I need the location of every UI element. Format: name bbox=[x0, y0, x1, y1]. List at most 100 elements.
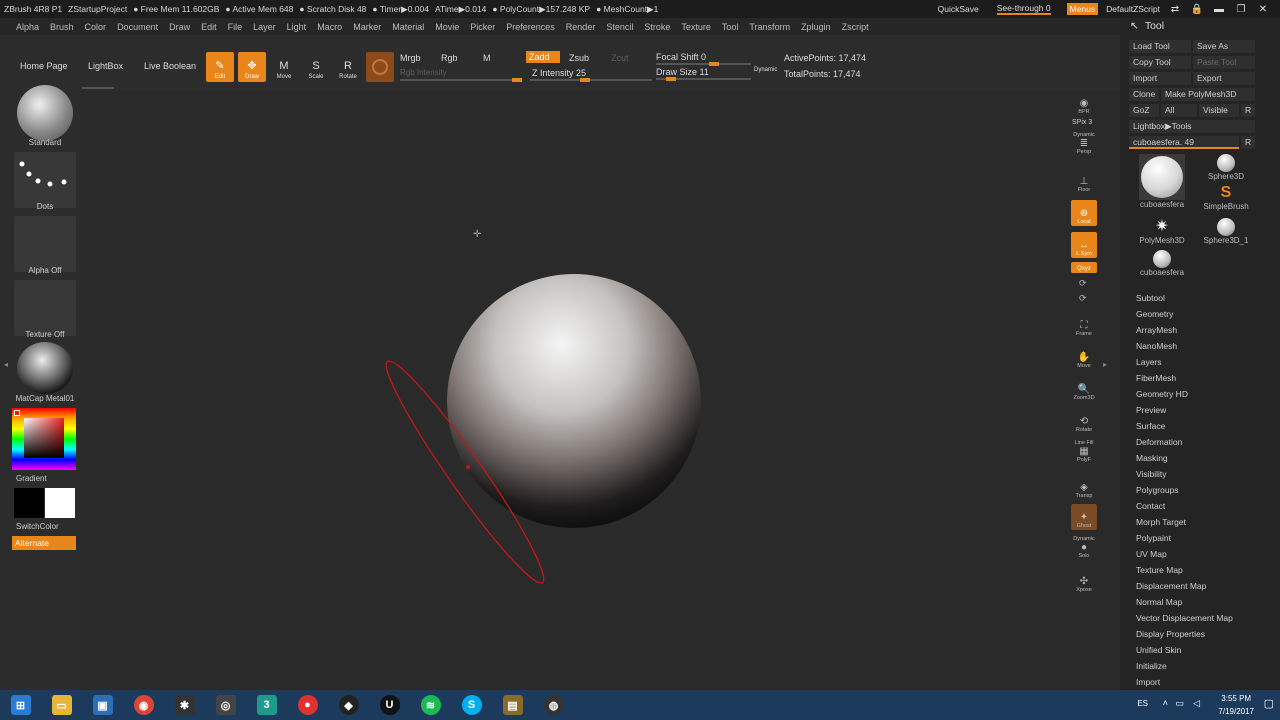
volume-icon[interactable]: ◁ bbox=[1193, 698, 1200, 709]
subpalette-masking[interactable]: Masking bbox=[1136, 450, 1276, 466]
notifications-icon[interactable]: ▢ bbox=[1264, 697, 1274, 710]
rotate-y-icon[interactable]: ⟳ bbox=[1079, 278, 1087, 289]
material-sphere-button[interactable] bbox=[366, 52, 394, 82]
import-button[interactable]: Import bbox=[1129, 72, 1191, 85]
subpalette-normal-map[interactable]: Normal Map bbox=[1136, 594, 1276, 610]
quicksave-button[interactable]: QuickSave bbox=[938, 4, 979, 14]
network-icon[interactable]: ▭ bbox=[1175, 698, 1184, 709]
all-button[interactable]: All bbox=[1161, 104, 1197, 117]
menu-zplugin[interactable]: Zplugin bbox=[801, 22, 831, 32]
restore-icon[interactable]: ❐ bbox=[1234, 4, 1248, 15]
taskbar-skype[interactable]: S bbox=[451, 690, 492, 720]
alpha-thumbnail[interactable] bbox=[14, 216, 76, 272]
sculpt-sphere[interactable] bbox=[447, 274, 701, 528]
taskbar-explorer[interactable]: ▭ bbox=[41, 690, 82, 720]
subpalette-layers[interactable]: Layers bbox=[1136, 354, 1276, 370]
menu-transform[interactable]: Transform bbox=[749, 22, 790, 32]
draw-size-track[interactable] bbox=[656, 77, 751, 81]
language-indicator[interactable]: ES bbox=[1137, 699, 1148, 708]
secondary-color-swatch[interactable] bbox=[14, 488, 44, 518]
menu-picker[interactable]: Picker bbox=[470, 22, 495, 32]
live-boolean-button[interactable]: Live Boolean bbox=[144, 61, 196, 71]
taskbar-app-5[interactable]: ◎ bbox=[205, 690, 246, 720]
tool-tile-cuboaesfera[interactable]: cuboaesfera bbox=[1132, 154, 1192, 209]
subpalette-unified-skin[interactable]: Unified Skin bbox=[1136, 642, 1276, 658]
color-picker[interactable] bbox=[12, 408, 76, 470]
menus-toggle[interactable]: Menus bbox=[1066, 3, 1099, 15]
z-intensity-track[interactable] bbox=[530, 78, 652, 82]
zadd-button[interactable]: Zadd bbox=[526, 51, 560, 63]
dynamic-button[interactable]: Dynamic bbox=[754, 67, 777, 73]
menu-tool[interactable]: Tool bbox=[722, 22, 739, 32]
visible-button[interactable]: Visible bbox=[1199, 104, 1239, 117]
material-thumbnail[interactable] bbox=[17, 342, 73, 394]
taskbar-3dsmax[interactable]: 3 bbox=[246, 690, 287, 720]
menu-movie[interactable]: Movie bbox=[435, 22, 459, 32]
taskbar-app-12[interactable]: ▤ bbox=[492, 690, 533, 720]
rotate-z-icon[interactable]: ⟳ bbox=[1079, 293, 1087, 304]
subpalette-uv-map[interactable]: UV Map bbox=[1136, 546, 1276, 562]
make-polymesh-button[interactable]: Make PolyMesh3D bbox=[1161, 88, 1255, 101]
zoom3d-button[interactable]: 🔍 Zoom3D bbox=[1071, 376, 1097, 402]
subpalette-morph-target[interactable]: Morph Target bbox=[1136, 514, 1276, 530]
taskbar-zbrush[interactable]: ✱ bbox=[164, 690, 205, 720]
left-collapse-icon[interactable]: ◂ bbox=[4, 360, 8, 369]
draw-size-slider[interactable]: Draw Size 11 bbox=[656, 67, 709, 77]
tool-palette-header[interactable]: ↖ Tool bbox=[1120, 18, 1280, 34]
menu-stroke[interactable]: Stroke bbox=[644, 22, 670, 32]
subpalette-subtool[interactable]: Subtool bbox=[1136, 290, 1276, 306]
menu-draw[interactable]: Draw bbox=[169, 22, 190, 32]
copy-tool-button[interactable]: Copy Tool bbox=[1129, 56, 1191, 69]
bpr-button[interactable]: ◉ BPR bbox=[1071, 90, 1097, 116]
menu-brush[interactable]: Brush bbox=[50, 22, 74, 32]
menu-light[interactable]: Light bbox=[287, 22, 307, 32]
solo-button[interactable]: Dynamic ● Solo bbox=[1071, 534, 1097, 560]
save-as-button[interactable]: Save As bbox=[1193, 40, 1255, 53]
goz-button[interactable]: GoZ bbox=[1129, 104, 1159, 117]
primary-color-swatch[interactable] bbox=[45, 488, 75, 518]
load-tool-button[interactable]: Load Tool bbox=[1129, 40, 1191, 53]
subpalette-polypaint[interactable]: Polypaint bbox=[1136, 530, 1276, 546]
tool-tile-cuboaesfera-2[interactable]: cuboaesfera bbox=[1132, 250, 1192, 277]
home-page-button[interactable]: Home Page bbox=[20, 61, 68, 71]
tool-tile-sphere3d[interactable]: Sphere3D bbox=[1196, 154, 1256, 181]
taskbar-obs[interactable]: ◍ bbox=[533, 690, 574, 720]
taskbar-unreal[interactable]: U bbox=[369, 690, 410, 720]
draw-button[interactable]: ✥ Draw bbox=[238, 52, 266, 82]
scroll-handle[interactable] bbox=[82, 87, 114, 89]
menu-preferences[interactable]: Preferences bbox=[506, 22, 555, 32]
subpalette-visibility[interactable]: Visibility bbox=[1136, 466, 1276, 482]
palette-dock-icon[interactable]: ↖ bbox=[1130, 20, 1139, 32]
minimize-icon[interactable]: ▬ bbox=[1212, 4, 1226, 15]
subpalette-preview[interactable]: Preview bbox=[1136, 402, 1276, 418]
zsub-button[interactable]: Zsub bbox=[569, 53, 589, 63]
current-tool-slider[interactable]: cuboaesfera. 49 bbox=[1129, 136, 1239, 149]
lightbox-button[interactable]: LightBox bbox=[88, 61, 123, 71]
subpalette-displacement-map[interactable]: Displacement Map bbox=[1136, 578, 1276, 594]
subpalette-texture-map[interactable]: Texture Map bbox=[1136, 562, 1276, 578]
subpalette-polygroups[interactable]: Polygroups bbox=[1136, 482, 1276, 498]
floor-button[interactable]: ⊥ Floor bbox=[1071, 168, 1097, 194]
taskbar-app-8[interactable]: ◆ bbox=[328, 690, 369, 720]
local-button[interactable]: ⊛ Local bbox=[1071, 200, 1097, 226]
subpalette-initialize[interactable]: Initialize bbox=[1136, 658, 1276, 674]
subpalette-geometry-hd[interactable]: Geometry HD bbox=[1136, 386, 1276, 402]
tool-tile-simplebrush[interactable]: S SimpleBrush bbox=[1196, 184, 1256, 211]
taskbar-spotify[interactable]: ≋ bbox=[410, 690, 451, 720]
color-saturation-square[interactable] bbox=[24, 418, 64, 458]
alternate-button[interactable]: Alternate bbox=[12, 536, 76, 550]
tool-tile-polymesh3d[interactable]: ✷ PolyMesh3D bbox=[1132, 218, 1192, 245]
subpalette-fibermesh[interactable]: FiberMesh bbox=[1136, 370, 1276, 386]
z-intensity-slider[interactable]: Z Intensity 25 bbox=[532, 68, 586, 78]
menu-document[interactable]: Document bbox=[117, 22, 158, 32]
menu-layer[interactable]: Layer bbox=[253, 22, 276, 32]
right-collapse-icon[interactable]: ▸ bbox=[1103, 360, 1107, 369]
ghost-button[interactable]: ✦ Ghost bbox=[1071, 504, 1097, 530]
texture-thumbnail[interactable] bbox=[14, 280, 76, 336]
polyf-button[interactable]: Line Fill ▦ PolyF bbox=[1071, 438, 1097, 464]
menu-render[interactable]: Render bbox=[566, 22, 596, 32]
tool-r-button[interactable]: R bbox=[1241, 136, 1255, 149]
stroke-thumbnail[interactable] bbox=[14, 152, 76, 208]
lightbox-tools-button[interactable]: Lightbox▶Tools bbox=[1129, 120, 1255, 133]
menu-texture[interactable]: Texture bbox=[681, 22, 711, 32]
